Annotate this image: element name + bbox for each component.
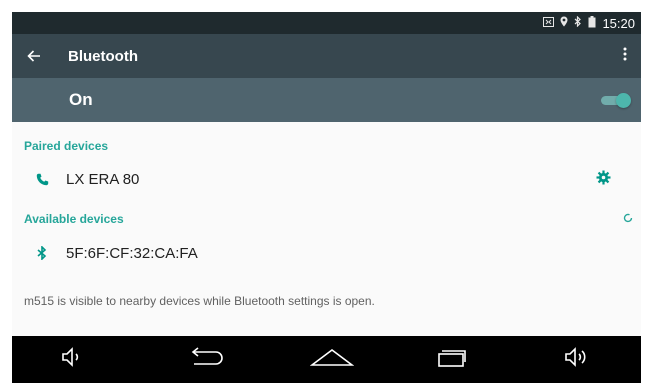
bluetooth-switch[interactable]: [601, 93, 631, 108]
home-button[interactable]: [302, 336, 362, 383]
location-icon: [560, 16, 568, 30]
paired-devices-header: Paired devices: [24, 139, 109, 153]
status-bar: 15:20: [12, 12, 641, 34]
available-device-name: 5F:6F:CF:32:CA:FA: [66, 244, 198, 262]
back-nav-button[interactable]: [177, 336, 237, 383]
more-vert-icon: [623, 47, 627, 66]
paired-device-name: LX ERA 80: [66, 170, 140, 188]
recents-icon: [437, 346, 467, 374]
app-bar: Bluetooth: [12, 34, 641, 78]
screen: 15:20 Bluetooth On Paired devices LX ERA…: [12, 12, 641, 383]
left-margin: [0, 0, 12, 383]
volume-up-button[interactable]: [552, 336, 602, 383]
back-button[interactable]: [12, 34, 56, 78]
top-margin: [0, 0, 649, 12]
bluetooth-icon: [574, 15, 582, 30]
visibility-note: m515 is visible to nearby devices while …: [24, 294, 375, 308]
back-icon: [188, 346, 226, 373]
recents-button[interactable]: [427, 336, 477, 383]
arrow-left-icon: [27, 46, 41, 67]
paired-device-item[interactable]: LX ERA 80: [12, 161, 641, 197]
phone-icon: [27, 173, 57, 186]
volume-down-button[interactable]: [47, 336, 97, 383]
volume-up-icon: [564, 346, 590, 373]
volume-down-icon: [61, 346, 83, 373]
available-devices-header: Available devices: [24, 212, 124, 226]
device-frame: 15:20 Bluetooth On Paired devices LX ERA…: [0, 0, 649, 383]
nfc-icon: [543, 16, 555, 30]
switch-thumb: [616, 93, 631, 108]
right-margin: [641, 0, 649, 383]
bluetooth-toggle-row[interactable]: On: [12, 78, 641, 122]
refresh-spinner-icon: [623, 212, 633, 226]
overflow-menu-button[interactable]: [609, 34, 641, 78]
page-title: Bluetooth: [68, 47, 138, 65]
clock: 15:20: [602, 15, 635, 31]
available-device-item[interactable]: 5F:6F:CF:32:CA:FA: [12, 235, 641, 271]
bluetooth-icon: [27, 246, 57, 260]
navigation-bar: [12, 336, 641, 383]
home-icon: [309, 347, 355, 373]
content-area: Paired devices LX ERA 80 Available devic…: [12, 122, 641, 336]
toggle-label: On: [69, 90, 93, 109]
battery-icon: [588, 15, 596, 31]
gear-icon[interactable]: [596, 170, 611, 190]
